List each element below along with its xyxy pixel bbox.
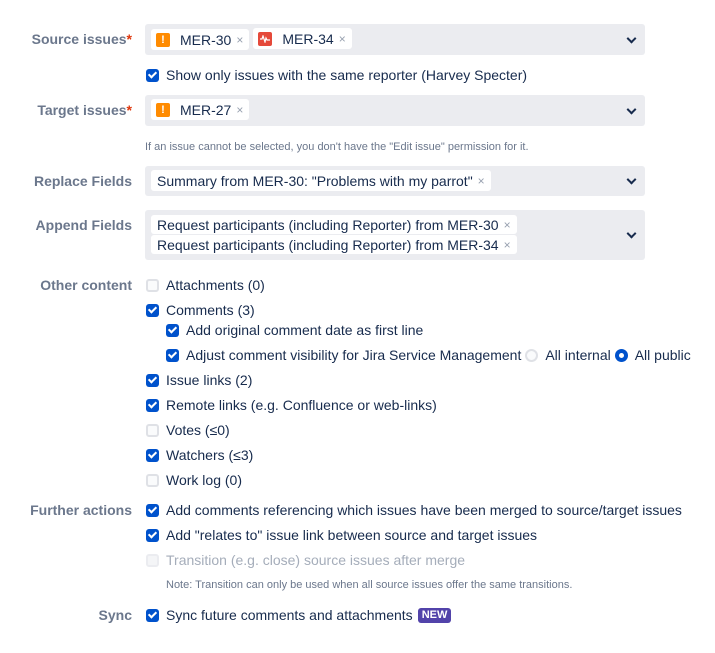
checkbox-label: Add "relates to" issue link between sour… [166,527,538,543]
replace-fields-select[interactable]: Summary from MER-30: "Problems with my p… [145,166,645,196]
remove-tag-icon[interactable]: × [504,238,511,252]
transition-note: Note: Transition can only be used when a… [166,579,573,591]
field-tag: Request participants (including Reporter… [151,235,517,254]
issue-key: MER-34 [282,30,334,47]
source-issues-label: Source issues* [32,31,132,47]
checkbox-unchecked-icon[interactable] [146,423,159,437]
attachments-checkbox[interactable]: Attachments (0) [146,277,265,293]
field-tag-label: Request participants (including Reporter… [157,236,499,253]
issue-tag-mer-34: MER-34 × [253,28,352,49]
issue-tag-mer-27: ! MER-27 × [151,99,250,120]
comment-date-checkbox[interactable]: Add original comment date as first line [166,322,423,338]
other-content-label: Other content [40,277,132,293]
sync-label: Sync [98,607,132,623]
target-issues-help: If an issue cannot be selected, you don'… [145,141,529,153]
target-issues-select[interactable]: ! MER-27 × [145,95,645,126]
improvement-icon: ! [156,32,170,47]
checkbox-disabled-icon [146,553,159,567]
issue-tag-mer-30: ! MER-30 × [151,29,250,50]
remove-tag-icon[interactable]: × [236,33,243,47]
checkbox-label: Add original comment date as first line [186,322,424,338]
field-tag: Request participants (including Reporter… [151,215,517,234]
checkbox-label: Comments (3) [166,302,255,318]
remove-tag-icon[interactable]: × [504,218,511,232]
required-mark: * [126,31,132,47]
new-badge: NEW [417,607,452,623]
source-issues-label-text: Source issues [31,31,127,47]
checkbox-checked-icon[interactable] [146,608,159,622]
chevron-down-icon[interactable] [626,228,637,239]
radio-label: All internal [545,347,611,363]
checkbox-label: Show only issues with the same reporter … [166,67,528,83]
work-log-checkbox[interactable]: Work log (0) [146,472,242,488]
checkbox-unchecked-icon[interactable] [146,473,159,487]
source-issues-select[interactable]: ! MER-30 × MER-34 × [145,24,645,55]
checkbox-checked-icon[interactable] [166,348,179,362]
issue-key: MER-27 [180,101,232,118]
remove-tag-icon[interactable]: × [478,174,485,188]
radio-all-public[interactable] [614,348,628,362]
chevron-down-icon[interactable] [626,104,637,115]
improvement-icon: ! [156,102,170,117]
checkbox-checked-icon[interactable] [146,528,159,542]
relates-to-link-checkbox[interactable]: Add "relates to" issue link between sour… [146,527,537,543]
target-issues-label-text: Target issues [37,102,127,118]
checkbox-checked-icon[interactable] [146,373,159,387]
checkbox-label: Attachments (0) [166,277,265,293]
target-issues-label: Target issues* [37,102,132,118]
checkbox-checked-icon[interactable] [146,503,159,517]
checkbox-label: Work log (0) [166,472,242,488]
remove-tag-icon[interactable]: × [236,103,243,117]
checkbox-label: Sync future comments and attachments [166,607,413,623]
checkbox-label: Votes (≤0) [166,422,230,438]
issue-key: MER-30 [180,31,232,48]
chevron-down-icon[interactable] [626,174,637,185]
further-actions-label: Further actions [30,502,132,518]
chevron-down-icon[interactable] [626,33,637,44]
checkbox-checked-icon[interactable] [166,323,179,337]
checkbox-label: Watchers (≤3) [166,447,254,463]
field-tag-label: Request participants (including Reporter… [157,216,499,233]
checkbox-checked-icon[interactable] [146,68,159,82]
required-mark: * [126,102,132,118]
transition-checkbox: Transition (e.g. close) source issues af… [146,552,465,568]
votes-checkbox[interactable]: Votes (≤0) [146,422,230,438]
radio-all-internal[interactable] [525,348,539,362]
checkbox-unchecked-icon[interactable] [146,278,159,292]
add-merge-comments-checkbox[interactable]: Add comments referencing which issues ha… [146,502,682,518]
field-tag: Summary from MER-30: "Problems with my p… [151,170,491,191]
checkbox-label: Issue links (2) [166,372,253,388]
checkbox-label: Adjust comment visibility for Jira Servi… [186,347,522,363]
comment-visibility-checkbox[interactable]: Adjust comment visibility for Jira Servi… [166,347,691,363]
same-reporter-checkbox[interactable]: Show only issues with the same reporter … [146,67,527,83]
remote-links-checkbox[interactable]: Remote links (e.g. Confluence or web-lin… [146,397,437,413]
checkbox-checked-icon[interactable] [146,303,159,317]
checkbox-checked-icon[interactable] [146,398,159,412]
field-tag-label: Summary from MER-30: "Problems with my p… [157,172,473,189]
issue-links-checkbox[interactable]: Issue links (2) [146,372,252,388]
comments-checkbox[interactable]: Comments (3) [146,302,255,318]
checkbox-label: Transition (e.g. close) source issues af… [166,552,466,568]
checkbox-label: Add comments referencing which issues ha… [166,502,682,518]
incident-icon [258,31,273,46]
checkbox-label: Remote links (e.g. Confluence or web-lin… [166,397,437,413]
append-fields-label: Append Fields [35,217,132,233]
append-fields-select[interactable]: Request participants (including Reporter… [145,210,645,260]
sync-checkbox[interactable]: Sync future comments and attachments NEW [146,607,452,623]
watchers-checkbox[interactable]: Watchers (≤3) [146,447,253,463]
remove-tag-icon[interactable]: × [339,32,346,46]
radio-label: All public [634,347,691,363]
replace-fields-label: Replace Fields [33,173,132,189]
checkbox-checked-icon[interactable] [146,448,159,462]
